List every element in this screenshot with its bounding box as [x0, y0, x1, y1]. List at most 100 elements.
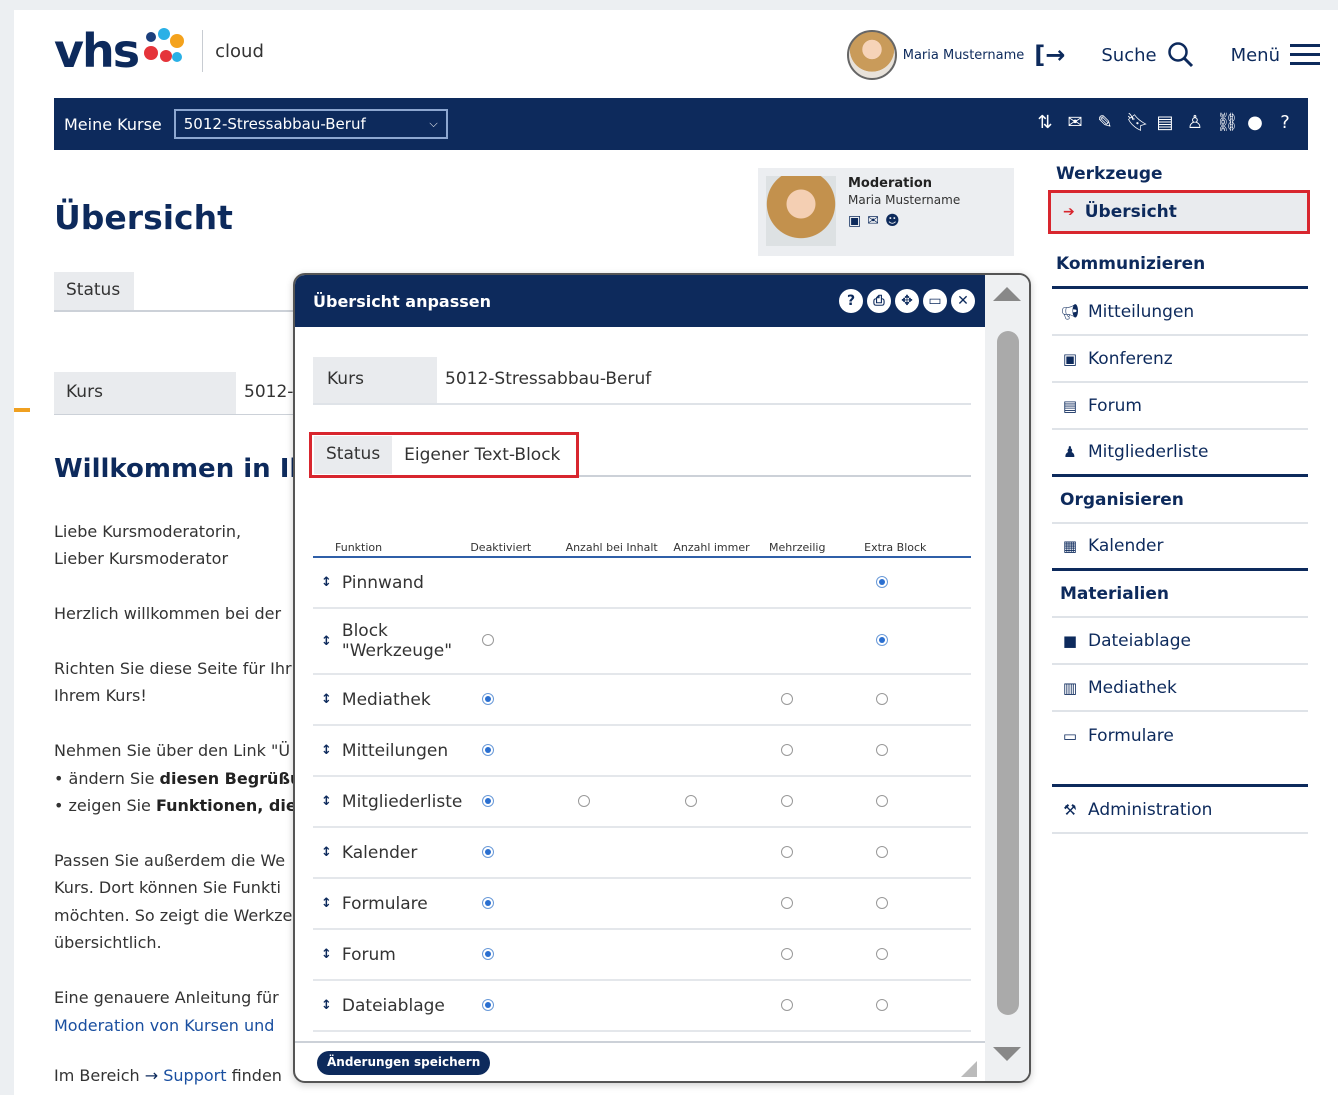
- table-row: ↕ Pinnwand: [313, 557, 971, 609]
- course-select[interactable]: 5012-Stressabbau-Beruf ⌵: [173, 109, 448, 139]
- person-icon[interactable]: ♙: [1186, 112, 1204, 133]
- drag-handle-icon[interactable]: ↕: [321, 575, 332, 590]
- sidebar-item-forum[interactable]: ▤ Forum: [1052, 383, 1308, 430]
- drag-handle-icon[interactable]: ↕: [321, 845, 332, 860]
- print-icon[interactable]: ⎙: [867, 289, 891, 313]
- sidebar-item-overview[interactable]: ➔ Übersicht: [1048, 190, 1310, 234]
- option-cell: [561, 929, 670, 981]
- radio-unselected[interactable]: [781, 692, 794, 705]
- function-cell: ↕ Forum: [313, 929, 467, 981]
- dialog-scrollbar[interactable]: [985, 275, 1029, 1081]
- resize-handle-icon[interactable]: [961, 1061, 977, 1077]
- radio-unselected[interactable]: [482, 634, 495, 646]
- radio-unselected[interactable]: [781, 845, 794, 858]
- radio-unselected[interactable]: [876, 845, 889, 858]
- badge-icon[interactable]: ●: [1246, 112, 1264, 133]
- dialog-course-value: 5012-Stressabbau-Beruf: [445, 369, 652, 389]
- radio-selected[interactable]: [482, 794, 495, 807]
- move-icon[interactable]: ✥: [895, 289, 919, 313]
- sidebar-item-dateiablage[interactable]: ■ Dateiablage: [1052, 618, 1308, 665]
- adjust-text-1: Passen Sie außerdem die We: [54, 851, 286, 870]
- function-cell: ↕ Formulare: [313, 878, 467, 930]
- scroll-up-icon[interactable]: [993, 287, 1021, 301]
- drag-handle-icon[interactable]: ↕: [321, 947, 332, 962]
- dialog-header: Übersicht anpassen ? ⎙ ✥ ▭ ✕: [295, 275, 985, 327]
- radio-unselected[interactable]: [577, 794, 590, 807]
- radio-selected[interactable]: [482, 947, 495, 960]
- scroll-down-icon[interactable]: [993, 1047, 1021, 1061]
- radio-selected[interactable]: [876, 634, 889, 646]
- drag-handle-icon[interactable]: ↕: [321, 896, 332, 911]
- column-header: Funktion: [313, 537, 467, 558]
- sidebar-item-mitgliederliste[interactable]: ♟ Mitgliederliste: [1052, 430, 1308, 477]
- column-header: Deaktiviert: [466, 537, 562, 558]
- edit-icon[interactable]: ✎: [1096, 112, 1114, 133]
- mail-icon[interactable]: ✉: [1066, 112, 1084, 133]
- table-row: ↕ Forum: [313, 929, 971, 981]
- chat-icon[interactable]: ☻: [885, 213, 900, 229]
- radio-selected[interactable]: [482, 743, 495, 756]
- radio-unselected[interactable]: [876, 743, 889, 756]
- radio-selected[interactable]: [482, 998, 495, 1011]
- radio-unselected[interactable]: [876, 794, 889, 807]
- contact-card-icon[interactable]: ▣: [848, 213, 861, 229]
- chevron-down-icon: ⌵: [429, 117, 438, 130]
- radio-unselected[interactable]: [781, 794, 794, 807]
- radio-unselected[interactable]: [876, 896, 889, 909]
- drag-handle-icon[interactable]: ↕: [321, 692, 332, 707]
- radio-unselected[interactable]: [876, 947, 889, 960]
- menu-button[interactable]: Menü: [1231, 42, 1320, 68]
- sidebar-item-kalender[interactable]: ▦ Kalender: [1052, 524, 1308, 571]
- user-menu[interactable]: Maria Mustername [→: [846, 30, 1086, 80]
- support-suffix: finden: [226, 1066, 282, 1085]
- course-switch-icon[interactable]: ⇅: [1036, 112, 1054, 133]
- scroll-thumb[interactable]: [997, 331, 1019, 1015]
- option-cell: [860, 878, 971, 930]
- radio-selected[interactable]: [482, 845, 495, 858]
- drag-handle-icon[interactable]: ↕: [321, 998, 332, 1013]
- tab-own-text-block[interactable]: Eigener Text-Block: [392, 437, 572, 473]
- drag-handle-icon[interactable]: ↕: [321, 743, 332, 758]
- minimize-icon[interactable]: ▭: [923, 289, 947, 313]
- radio-unselected[interactable]: [876, 998, 889, 1011]
- support-link[interactable]: Support: [163, 1066, 226, 1085]
- radio-unselected[interactable]: [781, 947, 794, 960]
- logout-icon[interactable]: [→: [1034, 41, 1065, 69]
- notes-icon[interactable]: ▤: [1156, 112, 1174, 133]
- option-cell: [561, 776, 670, 828]
- sidebar-item-formulare[interactable]: ▭ Formulare: [1052, 712, 1308, 759]
- sidebar-item-mediathek[interactable]: ▥ Mediathek: [1052, 665, 1308, 712]
- radio-unselected[interactable]: [685, 794, 698, 807]
- drag-handle-icon[interactable]: ↕: [321, 634, 332, 649]
- close-icon[interactable]: ✕: [951, 289, 975, 313]
- function-cell: ↕ Mitgliederliste: [313, 776, 467, 828]
- link-icon[interactable]: ⛓: [1216, 112, 1239, 133]
- greeting-line-1: Liebe Kursmoderatorin,: [54, 522, 242, 541]
- radio-unselected[interactable]: [781, 998, 794, 1011]
- sidebar-item-administration[interactable]: ⚒ Administration: [1052, 787, 1308, 834]
- bookmark-icon[interactable]: 🔖︎: [1126, 112, 1149, 133]
- help-icon[interactable]: ?: [839, 289, 863, 313]
- radio-selected[interactable]: [482, 692, 495, 705]
- radio-selected[interactable]: [876, 575, 889, 588]
- drag-handle-icon[interactable]: ↕: [321, 794, 332, 809]
- search-button[interactable]: Suche: [1101, 41, 1194, 69]
- help-icon[interactable]: ?: [1276, 112, 1294, 133]
- moderation-guide-link[interactable]: Moderation von Kursen und: [54, 1012, 296, 1039]
- radio-unselected[interactable]: [876, 692, 889, 705]
- tab-status[interactable]: Status: [54, 272, 134, 310]
- hamburger-icon: [1290, 44, 1320, 65]
- sidebar-item-mitteilungen[interactable]: 📢︎ Mitteilungen: [1052, 289, 1308, 336]
- sidebar-item-label: Administration: [1088, 799, 1213, 820]
- vhs-cloud-logo[interactable]: vhs cloud: [54, 24, 264, 78]
- radio-selected[interactable]: [482, 896, 495, 909]
- radio-unselected[interactable]: [781, 896, 794, 909]
- mail-icon[interactable]: ✉: [867, 213, 879, 229]
- tab-status[interactable]: Status: [314, 436, 393, 474]
- bullet-1: • ändern Sie diesen Begrüßu: [54, 765, 296, 792]
- save-changes-button[interactable]: Änderungen speichern: [317, 1051, 491, 1075]
- function-name: Pinnwand: [341, 572, 424, 593]
- bullet-2-bold: Funktionen, die: [155, 796, 296, 815]
- radio-unselected[interactable]: [781, 743, 794, 756]
- sidebar-item-konferenz[interactable]: ▣ Konferenz: [1052, 336, 1308, 383]
